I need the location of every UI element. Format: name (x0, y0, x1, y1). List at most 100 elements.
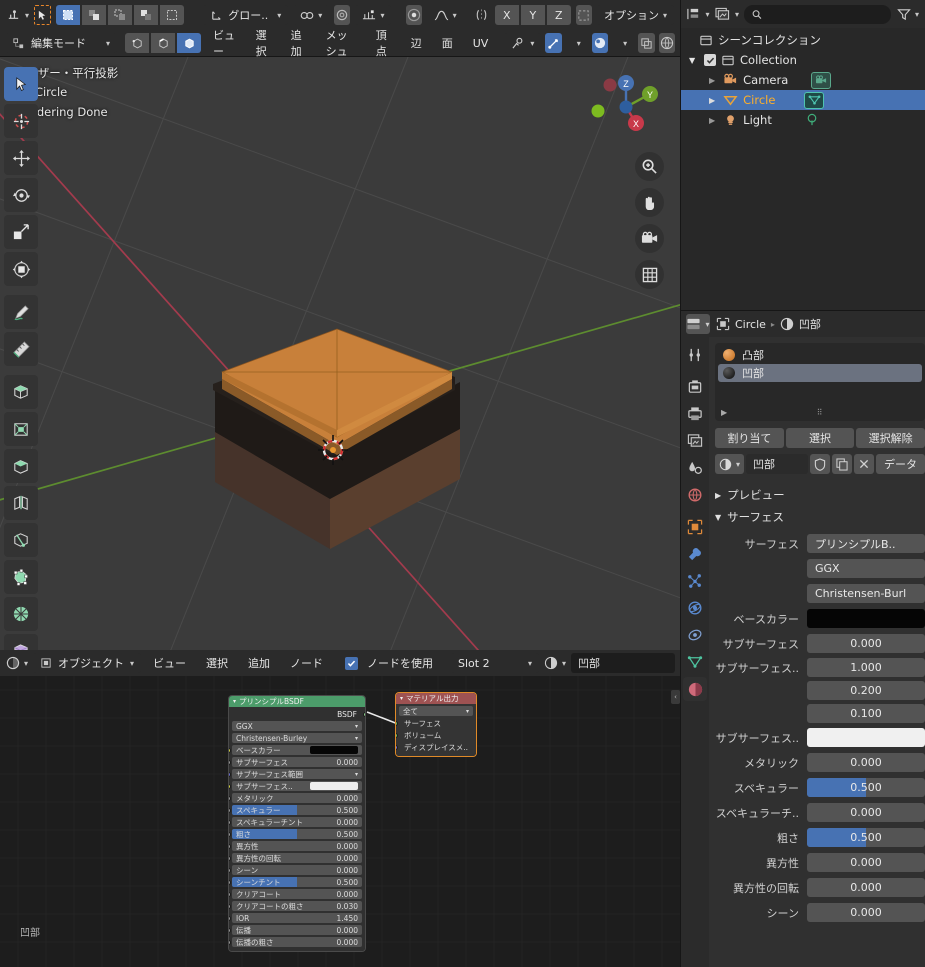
select-invert-icon[interactable] (133, 5, 158, 25)
mirror-y-button[interactable]: Y (520, 5, 545, 25)
field-specular-tint-value[interactable]: 0.000 (807, 803, 925, 822)
principled-bsdf-node[interactable]: ▾ プリンシプルBSDF BSDF GGX ▾ Christensen-Burle… (228, 695, 366, 952)
bsdf-prop-base-color[interactable]: ベースカラー (229, 745, 362, 755)
material-browse-button[interactable]: ▾ (715, 454, 745, 474)
transmission-roughness-socket[interactable] (229, 940, 231, 945)
topology-mirror-icon[interactable] (575, 5, 592, 25)
collection-disclosure-icon[interactable]: ▼ (689, 56, 699, 65)
object-tab[interactable] (683, 515, 707, 539)
outliner-editor-type-icon[interactable]: ▾ (686, 4, 710, 24)
tool-smooth[interactable] (4, 634, 38, 650)
field-subsurface-color-swatch[interactable] (807, 728, 925, 747)
field-surface-value[interactable]: プリンシプルB.. (807, 534, 925, 553)
circle-disclosure-icon[interactable]: ▶ (709, 96, 715, 105)
section-preview[interactable]: ▶ プレビュー (715, 484, 925, 506)
bsdf-prop-anisotropic[interactable]: 異方性 0.000 (229, 841, 362, 851)
bsdf-prop-clearcoat[interactable]: クリアコート 0.000 (229, 889, 362, 899)
menu-mesh[interactable]: メッシュ (318, 29, 364, 58)
fake-user-button[interactable] (810, 454, 830, 474)
bsdf-prop-clearcoat-roughness[interactable]: クリアコートの粗さ 0.030 (229, 901, 362, 911)
bsdf-prop-specular[interactable]: スペキュラー 0.500 (229, 805, 362, 815)
bsdf-prop-subsurface[interactable]: サブサーフェス 0.000 (229, 757, 362, 767)
specular-tint-socket[interactable] (229, 820, 231, 825)
subsurface-color-socket[interactable] (229, 784, 231, 789)
node-material-name-field[interactable]: 凹部 (571, 653, 675, 673)
breadcrumb-object[interactable]: Circle (735, 318, 766, 331)
tool-spin[interactable] (4, 597, 38, 631)
constraints-tab[interactable] (683, 623, 707, 647)
menu-vertex[interactable]: 頂点 (368, 29, 399, 58)
outliner-row-circle[interactable]: ▶ Circle (681, 90, 925, 110)
editor-type-icon[interactable]: ▾ (6, 5, 29, 25)
new-material-button[interactable] (832, 454, 852, 474)
bsdf-prop-specular-tint[interactable]: スペキュラーチント 0.000 (229, 817, 362, 827)
field-distribution-value[interactable]: GGX (807, 559, 925, 578)
outliner-display-mode-icon[interactable]: ▾ (715, 4, 739, 24)
roughness-socket[interactable] (229, 832, 231, 837)
snap-magnet-icon[interactable] (545, 33, 562, 53)
outliner-row-camera[interactable]: ▶ Camera (681, 70, 925, 90)
object-data-tab[interactable] (683, 650, 707, 674)
select-subtract-icon[interactable] (107, 5, 132, 25)
xray-toggle-icon[interactable] (591, 33, 609, 53)
unlink-material-button[interactable] (854, 454, 874, 474)
displacement-input-socket[interactable] (396, 745, 398, 750)
tool-tweak[interactable] (4, 67, 38, 101)
physics-tab[interactable] (683, 596, 707, 620)
bsdf-distribution-dropdown[interactable]: GGX ▾ (232, 721, 362, 731)
options-dropdown[interactable]: オプション ▾ (596, 5, 674, 25)
view-layer-tab[interactable] (683, 429, 707, 453)
tool-transform[interactable] (4, 252, 38, 286)
data-button[interactable]: データ (876, 454, 925, 474)
field-subsurface-method-value[interactable]: Christensen-Burl (807, 584, 925, 603)
assign-button[interactable]: 割り当て (715, 428, 784, 448)
output-input-volume[interactable]: ボリューム (396, 730, 473, 740)
field-subsurface-radius-x-value[interactable]: 1.000 (807, 658, 925, 677)
mirror-x-button[interactable]: X (494, 5, 519, 25)
material-tab[interactable] (683, 677, 707, 701)
scene-tab[interactable] (683, 456, 707, 480)
light-disclosure-icon[interactable]: ▶ (709, 116, 715, 125)
tool-poly-build[interactable] (4, 560, 38, 594)
zoom-icon[interactable] (635, 152, 664, 181)
node-menu-view[interactable]: ビュー (145, 652, 194, 674)
outliner-row-collection[interactable]: ▼ Collection (681, 50, 925, 70)
shader-node-editor[interactable]: 凹部 ▾ プリンシプルBSDF BSDF GGX ▾ Christensen-Bu… (0, 676, 680, 967)
field-base-color-swatch[interactable] (807, 609, 925, 628)
tool-cursor[interactable] (4, 104, 38, 138)
outliner-row-light[interactable]: ▶ Light (681, 110, 925, 130)
menu-add[interactable]: 追加 (283, 29, 314, 58)
bsdf-prop-metallic[interactable]: メタリック 0.000 (229, 793, 362, 803)
bsdf-prop-anisotropic-rotation[interactable]: 異方性の回転 0.000 (229, 853, 362, 863)
field-subsurface-radius-z-value[interactable]: 0.100 (807, 704, 925, 723)
bsdf-prop-subsurface-color[interactable]: サブサーフェス.. (229, 781, 362, 791)
world-tab[interactable] (683, 483, 707, 507)
collection-checkbox[interactable] (704, 54, 716, 66)
select-extend-icon[interactable] (81, 5, 106, 25)
bsdf-prop-transmission-roughness[interactable]: 伝播の粗さ 0.000 (229, 937, 362, 947)
output-target-dropdown[interactable]: 全て ▾ (399, 706, 473, 716)
field-specular-value[interactable]: 0.500 (807, 778, 925, 797)
shading-options-dropdown[interactable]: ▾ (612, 33, 634, 53)
menu-uv[interactable]: UV (465, 32, 497, 54)
field-sheen-value[interactable]: 0.000 (807, 903, 925, 922)
material-slot-list[interactable]: 凸部 凹部 ▶ ⠿ (715, 343, 925, 421)
modifier-tab[interactable] (683, 542, 707, 566)
use-nodes-checkbox[interactable] (345, 656, 359, 670)
bsdf-prop-sheen-tint[interactable]: シーンチント 0.500 (229, 877, 362, 887)
field-roughness-value[interactable]: 0.500 (807, 828, 925, 847)
proportional-edit-icon[interactable] (334, 5, 351, 25)
field-anisotropic-value[interactable]: 0.000 (807, 853, 925, 872)
shader-type-dropdown[interactable]: オブジェクト ▾ (33, 653, 142, 673)
material-name-field[interactable]: 凹部 (746, 454, 808, 474)
toggle-ortho-grid-icon[interactable] (635, 260, 664, 289)
bsdf-prop-ior[interactable]: IOR 1.450 (229, 913, 362, 923)
tweak-tool-icon[interactable] (34, 5, 51, 25)
output-input-surface[interactable]: サーフェス (396, 718, 473, 728)
face-select-icon[interactable] (177, 33, 201, 53)
field-subsurface-value[interactable]: 0.000 (807, 634, 925, 653)
material-output-node[interactable]: ▾ マテリアル出力 全て ▾ サーフェス ボリューム ディスプレイスメ.. (395, 692, 477, 757)
mirror-z-button[interactable]: Z (546, 5, 571, 25)
material-slot-convex[interactable]: 凸部 (718, 346, 922, 364)
node-menu-select[interactable]: 選択 (198, 652, 236, 674)
